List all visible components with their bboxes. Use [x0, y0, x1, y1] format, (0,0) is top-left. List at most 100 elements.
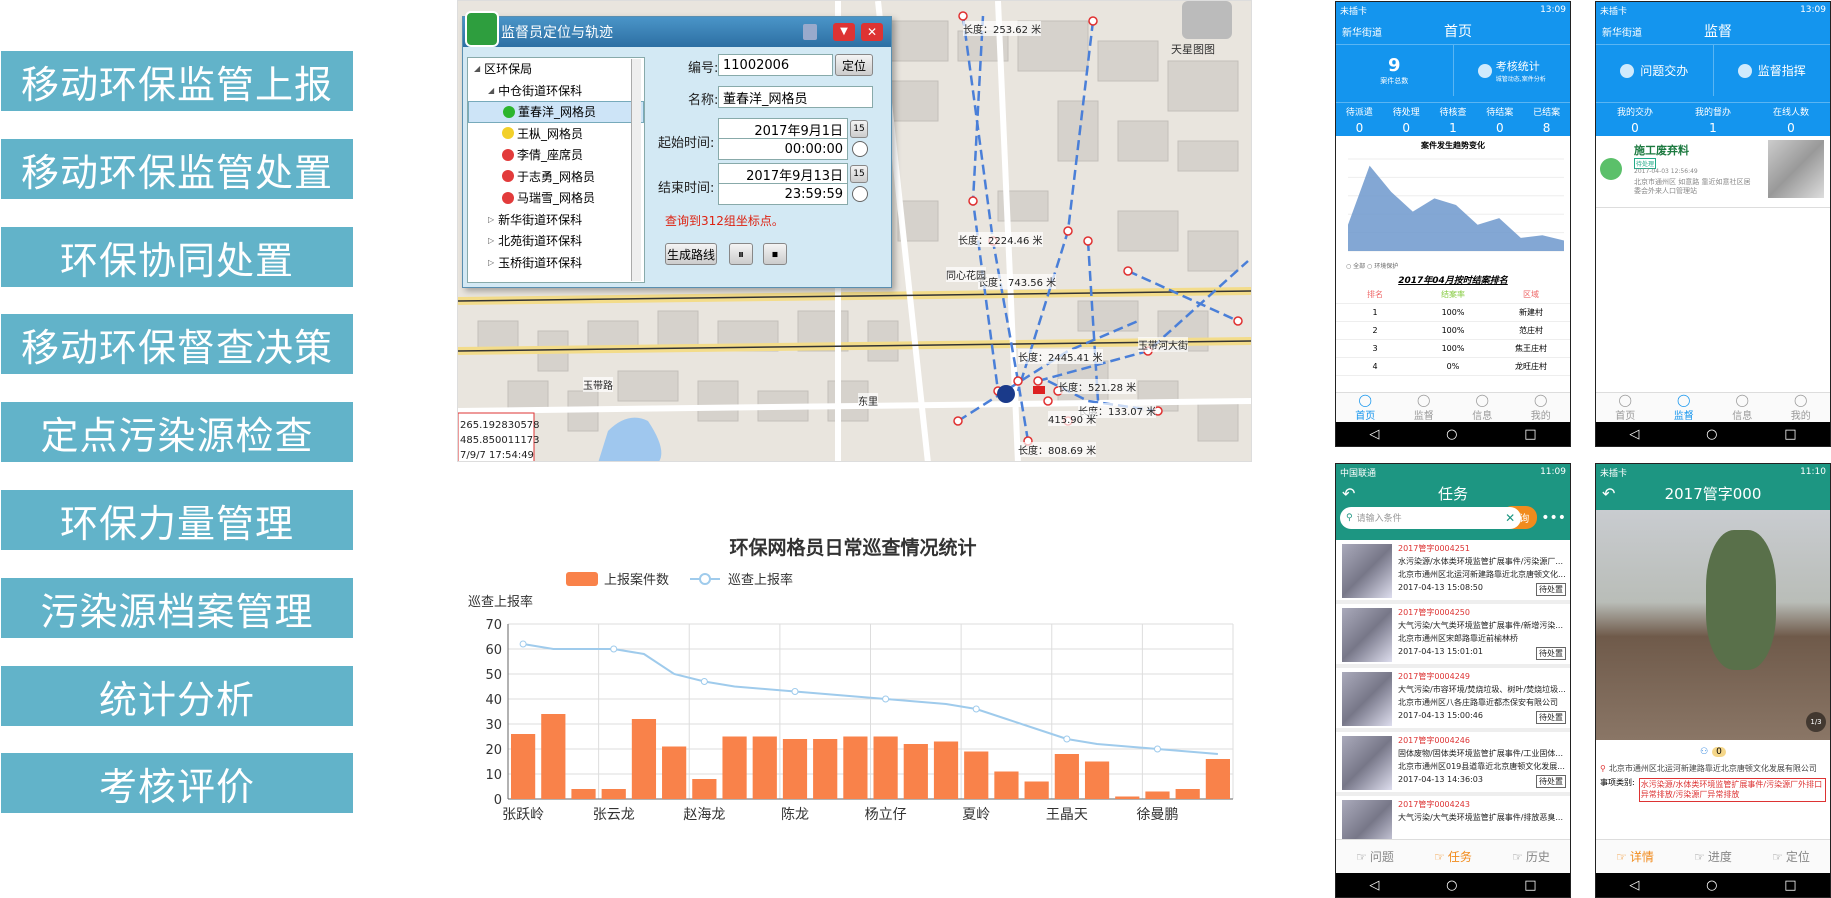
minimize-button[interactable]: ▼	[833, 23, 855, 41]
pin-icon[interactable]	[803, 24, 817, 40]
organization-tree[interactable]: ◢区环保局◢中仓街道环保科▷董春洋_网格员▷王枞_网格员▷李倩_座席员▷于志勇_…	[467, 57, 645, 283]
recents-icon[interactable]: □	[1784, 427, 1796, 442]
end-date-input[interactable]: 2017年9月13日	[718, 163, 848, 185]
tab-1[interactable]: ☞ 任务	[1434, 840, 1472, 873]
stat-cell[interactable]: 我的交办 0	[1596, 103, 1674, 136]
menu-item[interactable]: 移动环保督查决策	[1, 314, 353, 374]
tree-node[interactable]: ▷ 新华街道环保科	[468, 209, 644, 231]
task-card[interactable]: 2017管字0004246 固体废物/固体类环境监管扩展事件/工业固体... 北京市…	[1336, 732, 1570, 796]
calendar-icon[interactable]: 15	[850, 120, 868, 138]
stat-cell[interactable]: 待结案 0	[1476, 103, 1523, 136]
issue-item[interactable]: 施工废弃料 待处理 2017-04-03 12:56:49 北京市通州区 如意路…	[1596, 136, 1830, 208]
tab-1[interactable]: ◯ 监督	[1674, 393, 1694, 422]
bar	[782, 739, 808, 799]
issue-photo[interactable]	[1768, 140, 1824, 198]
clock-icon[interactable]	[852, 186, 868, 202]
case-photo[interactable]: 1/3	[1596, 510, 1830, 740]
home-icon[interactable]: ○	[1446, 427, 1457, 442]
tab-0[interactable]: ◯ 首页	[1615, 393, 1635, 422]
tree-node[interactable]: ▷于志勇_网格员	[468, 166, 644, 188]
menu-item[interactable]: 考核评价	[1, 753, 353, 813]
tree-node[interactable]: ▷ 北苑街道环保科	[468, 230, 644, 252]
pause-button[interactable]: ⏸	[729, 243, 753, 265]
tree-node[interactable]: ▷ 玉桥街道环保科	[468, 252, 644, 274]
stop-button[interactable]: ⏹	[763, 243, 787, 265]
stat-cell[interactable]: 待处理 0	[1383, 103, 1430, 136]
stat-cell[interactable]: 待派遣 0	[1336, 103, 1383, 136]
id-input[interactable]: 11002006	[718, 54, 833, 76]
task-card[interactable]: 2017管字0004250 大气污染/大气类环境监管扩展事件/新增污染... 北京市…	[1336, 604, 1570, 668]
rank-cell: 新建村	[1519, 308, 1543, 317]
clear-icon[interactable]: ✕	[1505, 511, 1515, 525]
locate-button[interactable]: 定位	[835, 54, 873, 76]
generate-route-button[interactable]: 生成路线	[665, 243, 717, 265]
menu-item[interactable]: 移动环保监管上报	[1, 51, 353, 111]
menu-item[interactable]: 定点污染源检查	[1, 402, 353, 462]
stat-cell[interactable]: 待核查 1	[1430, 103, 1477, 136]
name-label: 名称:	[688, 93, 719, 108]
tree-node[interactable]: ▷董春洋_网格员	[468, 101, 644, 123]
assign-button[interactable]: 问题交办	[1596, 45, 1714, 96]
task-card[interactable]: 2017管字0004249 大气污染/市容环境/焚烧垃圾、树叶/焚烧垃圾... 北京…	[1336, 668, 1570, 732]
menu-item[interactable]: 统计分析	[1, 666, 353, 726]
back-icon[interactable]: ◁	[1629, 427, 1639, 442]
status-dot-icon	[502, 148, 514, 161]
back-icon[interactable]: ◁	[1369, 878, 1379, 893]
tab-2[interactable]: ☞ 历史	[1512, 840, 1550, 873]
back-icon[interactable]: ◁	[1629, 878, 1639, 893]
recents-icon[interactable]: □	[1524, 427, 1536, 442]
bottom-tabbar: ◯ 首页 ◯ 监督 ◯ 信息 ◯ 我的	[1336, 392, 1570, 422]
search-input[interactable]: ⚲ 请输入条件 ✕	[1340, 506, 1522, 529]
menu-item[interactable]: 移动环保监管处置	[1, 139, 353, 199]
start-date-input[interactable]: 2017年9月1日	[718, 118, 848, 140]
calendar-icon[interactable]: 15	[850, 165, 868, 183]
back-icon[interactable]: ◁	[1369, 427, 1379, 442]
tree-node[interactable]: ◢ 中仓街道环保科	[468, 80, 644, 102]
recents-icon[interactable]: □	[1524, 878, 1536, 893]
rank-cell: 100%	[1441, 326, 1465, 335]
back-arrow-icon[interactable]: ↶	[1602, 484, 1615, 503]
stat-cell[interactable]: 在线人数 0	[1752, 103, 1830, 136]
tab-2[interactable]: ◯ 信息	[1732, 393, 1752, 422]
menu-item[interactable]: 污染源档案管理	[1, 578, 353, 638]
end-time-input[interactable]: 23:59:59	[718, 183, 848, 205]
tab-2[interactable]: ☞ 定位	[1772, 840, 1810, 873]
recents-icon[interactable]: □	[1784, 878, 1796, 893]
tab-0[interactable]: ◯ 首页	[1355, 393, 1375, 422]
command-icon	[1737, 63, 1752, 78]
menu-item[interactable]: 环保力量管理	[1, 490, 353, 550]
tab-1[interactable]: ◯ 监督	[1414, 393, 1434, 422]
more-icon[interactable]: •••	[1541, 510, 1566, 526]
case-count-card[interactable]: 9 案件总数	[1336, 45, 1454, 96]
menu-item[interactable]: 环保协同处置	[1, 227, 353, 287]
tree-node[interactable]: ▷马瑞雪_网格员	[468, 187, 644, 209]
tab-3[interactable]: ◯ 我的	[1791, 393, 1811, 422]
satellite-layer-icon[interactable]	[1182, 1, 1232, 39]
tab-2[interactable]: ◯ 信息	[1472, 393, 1492, 422]
tab-0[interactable]: ☞ 问题	[1356, 840, 1394, 873]
stat-cell[interactable]: 已结案 8	[1523, 103, 1570, 136]
name-input[interactable]: 董春洋_网格员	[718, 86, 873, 108]
home-icon[interactable]: ○	[1706, 427, 1717, 442]
stats-card[interactable]: 考核统计 城管动态,案件分析	[1454, 45, 1571, 96]
tree-node[interactable]: ◢ 区环保局	[468, 58, 644, 80]
tab-label: 监督	[1413, 411, 1434, 422]
home-icon[interactable]: ○	[1446, 878, 1457, 893]
location-selector[interactable]: 新华街道	[1342, 24, 1382, 39]
tree-node[interactable]: ▷李倩_座席员	[468, 144, 644, 166]
tab-3[interactable]: ◯ 我的	[1531, 393, 1551, 422]
clock-icon[interactable]	[852, 141, 868, 157]
tree-scrollbar[interactable]	[631, 59, 641, 281]
tab-0[interactable]: ☞ 详情	[1616, 840, 1654, 873]
task-card[interactable]: 2017管字0004251 水污染源/水体类环境监管扩展事件/污染源厂... 北京市…	[1336, 540, 1570, 604]
user-icon: ◯	[1534, 393, 1548, 407]
location-selector[interactable]: 新华街道	[1602, 24, 1642, 39]
home-icon[interactable]: ○	[1706, 878, 1717, 893]
start-time-input[interactable]: 00:00:00	[718, 138, 848, 160]
tab-1[interactable]: ☞ 进度	[1694, 840, 1732, 873]
back-arrow-icon[interactable]: ↶	[1342, 484, 1355, 503]
command-button[interactable]: 监督指挥	[1714, 45, 1831, 96]
tree-node[interactable]: ▷王枞_网格员	[468, 123, 644, 145]
stat-cell[interactable]: 我的督办 1	[1674, 103, 1752, 136]
close-button[interactable]: ✕	[861, 23, 883, 41]
